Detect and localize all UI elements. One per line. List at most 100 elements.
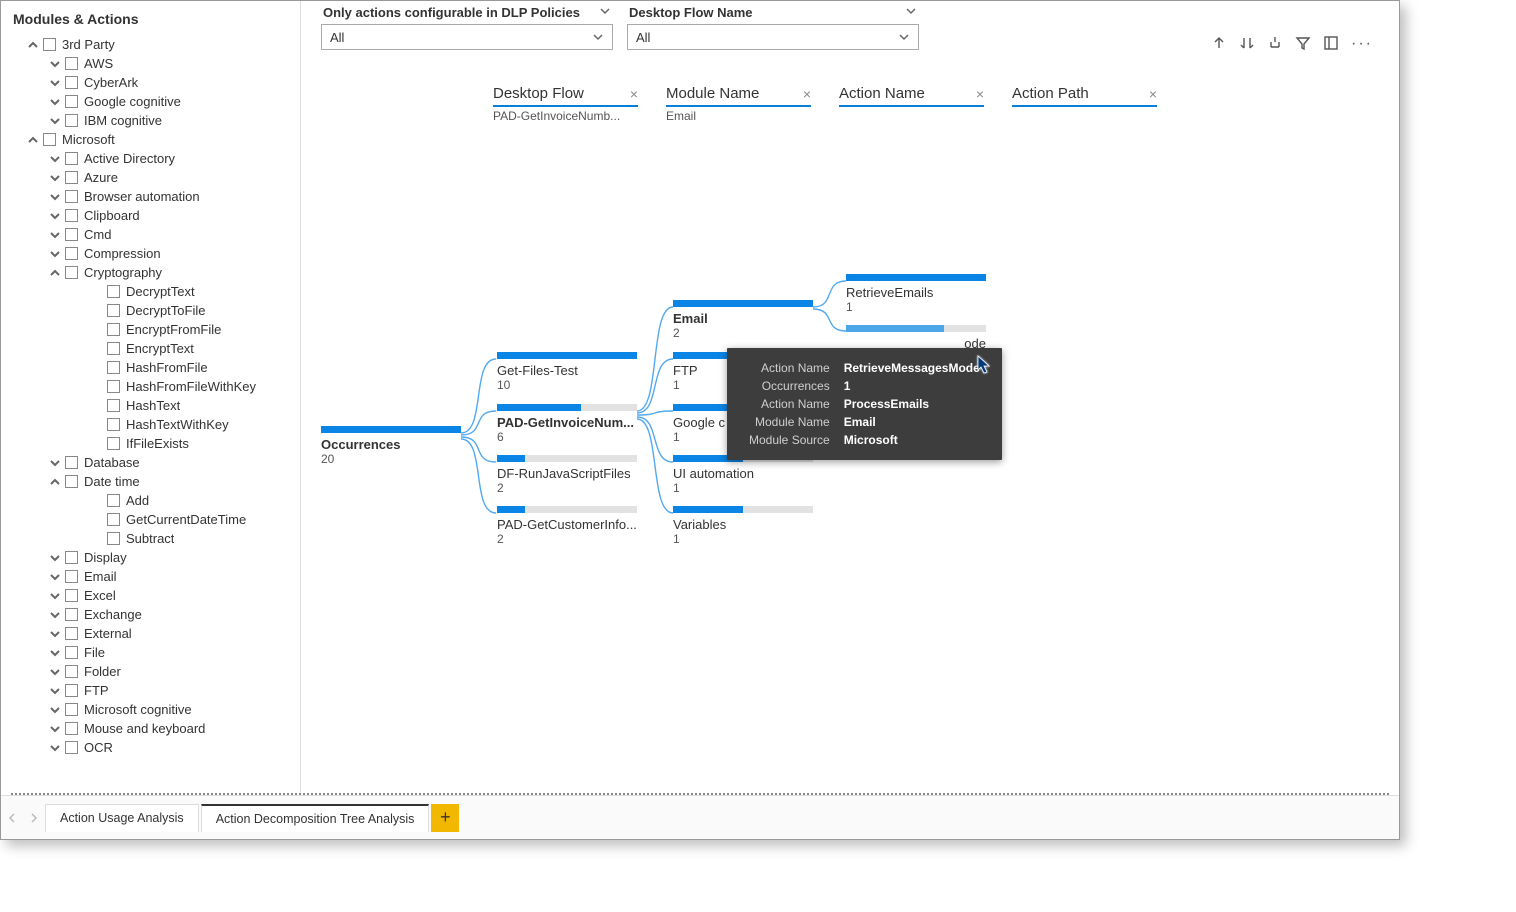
chevron-up-icon[interactable] xyxy=(47,265,63,281)
drill-up-icon[interactable] xyxy=(1211,35,1227,54)
close-icon[interactable]: × xyxy=(803,86,811,102)
checkbox[interactable] xyxy=(65,703,78,716)
tab-add-button[interactable]: + xyxy=(431,804,459,832)
checkbox[interactable] xyxy=(65,266,78,279)
checkbox[interactable] xyxy=(107,361,120,374)
tree-item[interactable]: EncryptText xyxy=(5,339,300,358)
chevron-down-icon[interactable] xyxy=(47,56,63,72)
tree-item[interactable]: Exchange xyxy=(5,605,300,624)
tree-item[interactable]: Active Directory xyxy=(5,149,300,168)
tree-item[interactable]: Subtract xyxy=(5,529,300,548)
decomposition-canvas[interactable]: Occurrences 20 Get-Files-Test 10 PAD-Get… xyxy=(301,141,1399,795)
node-flow-selected[interactable]: PAD-GetInvoiceNum... 6 xyxy=(497,404,637,444)
node-flow[interactable]: DF-RunJavaScriptFiles 2 xyxy=(497,455,637,495)
tree-item[interactable]: File xyxy=(5,643,300,662)
tree-item[interactable]: External xyxy=(5,624,300,643)
checkbox[interactable] xyxy=(107,513,120,526)
chevron-up-icon[interactable] xyxy=(25,37,41,53)
chevron-down-icon[interactable] xyxy=(47,645,63,661)
chevron-down-icon[interactable] xyxy=(47,227,63,243)
tree-item[interactable]: Database xyxy=(5,453,300,472)
chevron-down-icon[interactable] xyxy=(47,455,63,471)
tab-action-usage[interactable]: Action Usage Analysis xyxy=(45,804,199,832)
filter-dlp-select[interactable]: All xyxy=(321,24,613,50)
checkbox[interactable] xyxy=(107,304,120,317)
tree-item[interactable]: Add xyxy=(5,491,300,510)
chevron-down-icon[interactable] xyxy=(47,626,63,642)
checkbox[interactable] xyxy=(65,456,78,469)
tree-item[interactable]: Google cognitive xyxy=(5,92,300,111)
checkbox[interactable] xyxy=(65,76,78,89)
checkbox[interactable] xyxy=(43,133,56,146)
chevron-down-icon[interactable] xyxy=(47,683,63,699)
checkbox[interactable] xyxy=(65,114,78,127)
chevron-down-icon[interactable] xyxy=(47,569,63,585)
checkbox[interactable] xyxy=(65,741,78,754)
chevron-down-icon[interactable] xyxy=(905,5,917,20)
tree-item[interactable]: 3rd Party xyxy=(5,35,300,54)
tree-item[interactable]: Display xyxy=(5,548,300,567)
checkbox[interactable] xyxy=(65,627,78,640)
tab-scroll-left[interactable] xyxy=(1,804,23,832)
tree-item[interactable]: IfFileExists xyxy=(5,434,300,453)
chevron-down-icon[interactable] xyxy=(47,170,63,186)
checkbox[interactable] xyxy=(65,152,78,165)
checkbox[interactable] xyxy=(65,665,78,678)
tree-item[interactable]: OCR xyxy=(5,738,300,757)
tree-item[interactable]: Folder xyxy=(5,662,300,681)
checkbox[interactable] xyxy=(107,380,120,393)
header-action-path[interactable]: Action Path × xyxy=(1012,85,1157,107)
chevron-up-icon[interactable] xyxy=(25,132,41,148)
checkbox[interactable] xyxy=(65,722,78,735)
node-module[interactable]: UI automation 1 xyxy=(673,455,813,495)
header-module-name[interactable]: Module Name × xyxy=(666,85,811,107)
chevron-down-icon[interactable] xyxy=(47,75,63,91)
chevron-down-icon[interactable] xyxy=(47,721,63,737)
node-flow[interactable]: PAD-GetCustomerInfo... 2 xyxy=(497,506,637,546)
filter-icon[interactable] xyxy=(1295,35,1311,54)
header-desktop-flow[interactable]: Desktop Flow × xyxy=(493,85,638,107)
checkbox[interactable] xyxy=(43,38,56,51)
tree-item[interactable]: GetCurrentDateTime xyxy=(5,510,300,529)
chevron-down-icon[interactable] xyxy=(47,550,63,566)
close-icon[interactable]: × xyxy=(630,86,638,102)
tree-item[interactable]: Email xyxy=(5,567,300,586)
checkbox[interactable] xyxy=(107,418,120,431)
tree-item[interactable]: IBM cognitive xyxy=(5,111,300,130)
tree-item[interactable]: Cmd xyxy=(5,225,300,244)
focus-mode-icon[interactable] xyxy=(1323,35,1339,54)
more-options-icon[interactable]: ··· xyxy=(1351,35,1373,53)
node-module-selected[interactable]: Email 2 xyxy=(673,300,813,340)
chevron-down-icon[interactable] xyxy=(47,607,63,623)
tree-item[interactable]: Compression xyxy=(5,244,300,263)
filter-flow-select[interactable]: All xyxy=(627,24,919,50)
checkbox[interactable] xyxy=(107,494,120,507)
close-icon[interactable]: × xyxy=(1149,86,1157,102)
checkbox[interactable] xyxy=(65,475,78,488)
chevron-down-icon[interactable] xyxy=(47,94,63,110)
tree-item[interactable]: Cryptography xyxy=(5,263,300,282)
tree-item[interactable]: HashTextWithKey xyxy=(5,415,300,434)
checkbox[interactable] xyxy=(65,209,78,222)
tree-item[interactable]: Mouse and keyboard xyxy=(5,719,300,738)
tree-item[interactable]: Azure xyxy=(5,168,300,187)
checkbox[interactable] xyxy=(65,57,78,70)
tree-item[interactable]: EncryptFromFile xyxy=(5,320,300,339)
tree-item[interactable]: Excel xyxy=(5,586,300,605)
node-flow[interactable]: Get-Files-Test 10 xyxy=(497,352,637,392)
modules-tree[interactable]: 3rd PartyAWSCyberArkGoogle cognitiveIBM … xyxy=(1,35,300,795)
tree-item[interactable]: Browser automation xyxy=(5,187,300,206)
checkbox[interactable] xyxy=(65,228,78,241)
checkbox[interactable] xyxy=(107,285,120,298)
checkbox[interactable] xyxy=(65,589,78,602)
checkbox[interactable] xyxy=(107,342,120,355)
chevron-down-icon[interactable] xyxy=(599,5,611,20)
drill-down-icon[interactable] xyxy=(1239,35,1255,54)
tab-action-decomposition[interactable]: Action Decomposition Tree Analysis xyxy=(201,804,430,832)
tree-item[interactable]: FTP xyxy=(5,681,300,700)
tab-scroll-right[interactable] xyxy=(23,804,45,832)
tree-item[interactable]: HashFromFileWithKey xyxy=(5,377,300,396)
checkbox[interactable] xyxy=(65,646,78,659)
checkbox[interactable] xyxy=(65,608,78,621)
chevron-down-icon[interactable] xyxy=(47,151,63,167)
